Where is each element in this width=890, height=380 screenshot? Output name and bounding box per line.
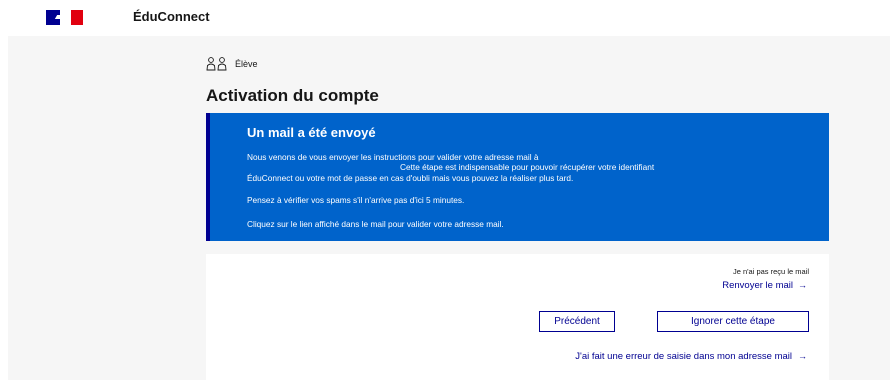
resend-mail-link[interactable]: Renvoyer le mail → <box>722 280 807 291</box>
arrow-right-icon: → <box>798 351 807 361</box>
info-alert: Un mail a été envoyé Nous venons de vous… <box>206 113 829 241</box>
page-title: Activation du compte <box>206 86 379 105</box>
brand-name: ÉduConnect <box>133 9 210 24</box>
students-icon <box>206 57 228 71</box>
skip-step-button[interactable]: Ignorer cette étape <box>657 311 809 332</box>
alert-text-line: Pensez à vérifier vos spams s'il n'arriv… <box>247 195 465 205</box>
not-received-text: Je n'ai pas reçu le mail <box>732 267 809 276</box>
alert-text-line: ÉduConnect ou votre mot de passe en cas … <box>247 173 574 183</box>
resend-mail-label: Renvoyer le mail <box>722 280 793 291</box>
site-header: ÉduConnect <box>0 0 890 34</box>
email-error-link[interactable]: J'ai fait une erreur de saisie dans mon … <box>575 351 807 362</box>
republique-francaise-flag-logo <box>46 10 83 25</box>
previous-button[interactable]: Précédent <box>539 311 615 332</box>
email-error-label: J'ai fait une erreur de saisie dans mon … <box>575 351 792 362</box>
alert-text-line: Cette étape est indispensable pour pouvo… <box>400 162 655 172</box>
actions-card: Je n'ai pas reçu le mail Renvoyer le mai… <box>206 254 829 380</box>
profile-role: Élève <box>206 56 258 72</box>
arrow-right-icon: → <box>798 280 807 290</box>
alert-text-line: Cliquez sur le lien affiché dans le mail… <box>247 219 504 229</box>
alert-title: Un mail a été envoyé <box>247 125 376 140</box>
role-label: Élève <box>235 59 258 69</box>
